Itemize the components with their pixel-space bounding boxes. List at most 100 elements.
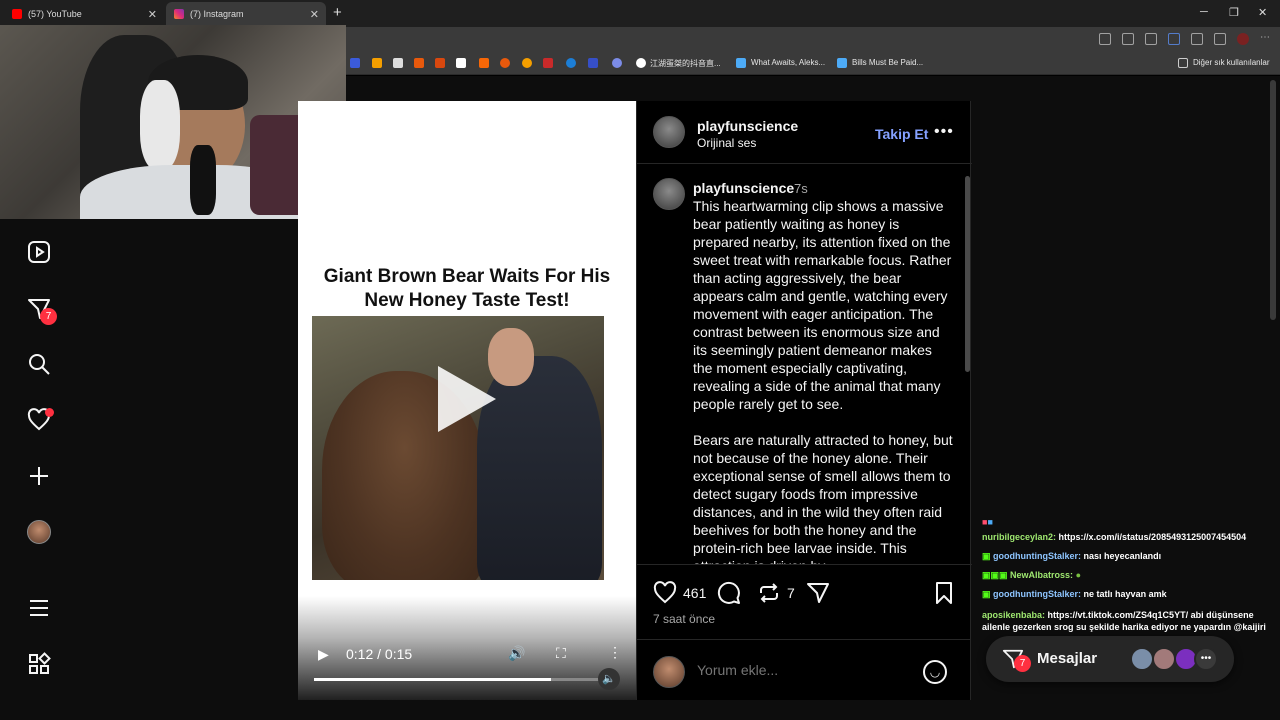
bookmark-icon[interactable]: [612, 58, 622, 68]
mute-toggle-icon[interactable]: 🔈: [598, 668, 620, 690]
bookmark-icon[interactable]: [500, 58, 510, 68]
more-icon: •••: [1194, 647, 1218, 671]
close-icon[interactable]: ✕: [310, 8, 319, 21]
caption-username[interactable]: playfunscience: [693, 180, 794, 196]
verified-icon: [736, 58, 746, 68]
bookmark-icon[interactable]: [522, 58, 532, 68]
maximize-icon[interactable]: ❐: [1229, 6, 1239, 19]
caption-avatar[interactable]: [653, 178, 685, 210]
chat-message: aposikenbaba: https://vt.tiktok.com/ZS4q…: [982, 609, 1274, 633]
chat-username: goodhuntingStalker:: [993, 589, 1082, 599]
bookmark-icon[interactable]: [479, 58, 489, 68]
kick-badge-icon: ▣: [982, 589, 991, 599]
time-ago: 7 saat önce: [653, 612, 716, 626]
video-progress-fill: [314, 678, 551, 681]
caption-text: This heartwarming clip shows a massive b…: [693, 198, 953, 564]
comment-input[interactable]: [697, 662, 897, 678]
bookmark-label[interactable]: 江湖蛋桀的抖音直...: [650, 58, 721, 69]
header-audio[interactable]: Orijinal ses: [697, 136, 756, 150]
volume-icon[interactable]: 🔊: [508, 645, 525, 662]
chat-badge-icon: ■: [987, 517, 993, 527]
follow-button[interactable]: Takip Et: [875, 126, 928, 142]
more-icon[interactable]: ⋯: [1260, 33, 1272, 45]
emoji-icon[interactable]: ◡: [923, 660, 947, 684]
bookmark-icon[interactable]: [588, 58, 598, 68]
play-icon[interactable]: ▶: [318, 646, 329, 663]
profile-icon[interactable]: [1237, 33, 1249, 45]
bookmark-icon[interactable]: [932, 581, 956, 611]
more-options-icon[interactable]: ⋮: [608, 644, 622, 661]
minimize-icon[interactable]: ─: [1200, 6, 1208, 18]
share-icon[interactable]: [806, 581, 830, 611]
chat-message: ▣▣▣ NewAlbatross: ●: [982, 569, 1274, 581]
bookmark-icon[interactable]: [372, 58, 382, 68]
bookmark-icon[interactable]: [456, 58, 466, 68]
fullscreen-icon[interactable]: ⛶: [556, 645, 566, 662]
chat-username: NewAlbatross:: [1010, 570, 1074, 580]
bookmark-icon[interactable]: [350, 58, 360, 68]
headphones: [140, 80, 180, 170]
profile-icon[interactable]: [27, 520, 51, 544]
reels-icon[interactable]: [27, 240, 51, 264]
video-controls: ▶ 0:12 / 0:15 🔊 ⛶ ⋮ 🔈: [298, 596, 636, 700]
messages-label: Mesajlar: [1037, 650, 1098, 667]
kick-badge-icon: ▣▣▣: [982, 570, 1008, 580]
app-icon[interactable]: [1099, 33, 1111, 45]
search-icon[interactable]: [27, 352, 51, 376]
play-overlay-icon[interactable]: [438, 366, 496, 432]
extension-icon[interactable]: [1168, 33, 1180, 45]
bookmark-icon[interactable]: [393, 58, 403, 68]
tab-youtube[interactable]: (57) YouTube ✕: [4, 2, 164, 26]
caption-time: 7s: [794, 181, 808, 196]
chat-text: nası heyecanlandı: [1083, 551, 1162, 561]
messages-pill[interactable]: 7 Mesajlar •••: [986, 636, 1234, 682]
stream-chat: ■■ nuribilgeceylan2: https://x.com/i/sta…: [980, 516, 1275, 651]
more-apps-icon[interactable]: [27, 652, 51, 676]
bookmark-icon[interactable]: [414, 58, 424, 68]
bookmark-icon[interactable]: [566, 58, 576, 68]
repost-count[interactable]: 7: [787, 585, 795, 601]
verified-icon: [837, 58, 847, 68]
zoom-icon[interactable]: [1122, 33, 1134, 45]
notification-dot: [45, 408, 54, 417]
video-frame[interactable]: [312, 316, 604, 580]
youtube-icon: [12, 9, 22, 19]
kick-badge-icon: ▣: [982, 551, 991, 561]
chat-text: https://x.com/i/status/20854931250074545…: [1058, 532, 1247, 542]
bookmark-label[interactable]: What Awaits, Aleks...: [751, 58, 825, 67]
my-avatar: [653, 656, 685, 688]
refresh-icon[interactable]: [1191, 33, 1203, 45]
bookmark-icon[interactable]: [435, 58, 445, 68]
more-options-icon[interactable]: •••: [934, 123, 954, 141]
chat-message: ■■: [982, 516, 1274, 528]
author-avatar[interactable]: [653, 116, 685, 148]
post-panel: playfunscience Orijinal ses Takip Et •••…: [636, 101, 972, 700]
bookmark-label[interactable]: Bills Must Be Paid...: [852, 58, 923, 67]
comment-icon[interactable]: [717, 581, 741, 611]
emote-icon: ●: [1075, 570, 1081, 580]
close-window-icon[interactable]: ✕: [1258, 6, 1267, 19]
favorite-star-icon[interactable]: [1145, 33, 1157, 45]
repost-icon[interactable]: [757, 581, 781, 611]
other-bookmarks[interactable]: Diğer sık kullanılanlar: [1193, 58, 1269, 67]
like-count[interactable]: 461: [683, 585, 706, 601]
chat-username: goodhuntingStalker:: [993, 551, 1082, 561]
page-scrollbar[interactable]: [1270, 80, 1276, 320]
tab-instagram[interactable]: (7) Instagram ✕: [166, 2, 326, 26]
folder-icon: [1178, 58, 1188, 68]
caption-area: playfunscience 7s This heartwarming clip…: [637, 163, 972, 565]
webcam-overlay: [0, 25, 346, 219]
collections-icon[interactable]: [1214, 33, 1226, 45]
tab-label: (7) Instagram: [190, 9, 244, 19]
create-icon[interactable]: [27, 464, 51, 488]
chat-text: ne tatlı hayvan amk: [1083, 589, 1167, 599]
header-username[interactable]: playfunscience: [697, 118, 798, 134]
close-icon[interactable]: ✕: [148, 8, 157, 21]
caption-scrollbar[interactable]: [965, 176, 970, 372]
menu-icon[interactable]: [27, 596, 51, 620]
video-progress-bar[interactable]: [314, 678, 610, 681]
like-icon[interactable]: [653, 581, 677, 611]
post-media[interactable]: Giant Brown Bear Waits For His New Honey…: [298, 101, 636, 700]
new-tab-icon[interactable]: +: [333, 4, 342, 21]
bookmark-icon[interactable]: [543, 58, 553, 68]
